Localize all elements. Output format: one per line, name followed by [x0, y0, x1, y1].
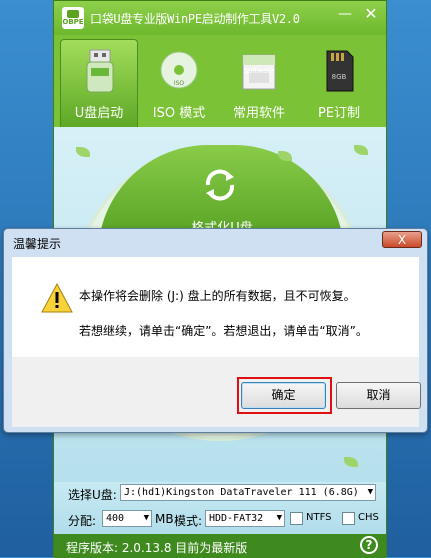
- tab-iso-mode[interactable]: ISO ISO 模式: [140, 39, 218, 127]
- mb-label: MB: [155, 512, 174, 526]
- confirm-button[interactable]: 确定: [241, 382, 326, 409]
- alloc-select-value: 400: [106, 513, 125, 524]
- iso-disc-icon: ISO: [160, 51, 198, 89]
- tab-label: ISO 模式: [152, 106, 206, 121]
- software-box-text: Software: [243, 67, 275, 75]
- cancel-button[interactable]: 取消: [336, 382, 421, 409]
- mode-label: 模式:: [174, 514, 203, 528]
- tab-common-software[interactable]: Software 常用软件: [220, 39, 298, 127]
- chevron-down-icon: ▼: [143, 513, 149, 523]
- dialog-title: 温馨提示: [13, 237, 62, 251]
- leaf-decoration: [76, 147, 90, 157]
- ntfs-label: NTFS: [306, 512, 332, 523]
- chs-label: CHS: [358, 512, 379, 523]
- tab-usb-boot[interactable]: U盘启动: [60, 39, 138, 127]
- dialog-message-instructions: 若想继续，请单击“确定”。若想退出，请单击“取消”。: [79, 324, 368, 338]
- sd-card-icon: [326, 50, 354, 92]
- status-bar: 程序版本: 2.0.13.8 目前为最新版 ?: [54, 534, 386, 558]
- dialog-footer: 确定 取消: [12, 357, 421, 427]
- sd-card-text: 8GB: [331, 73, 347, 81]
- title-bar: OBPE 口袋U盘专业版WinPE启动制作工具V2.0 — ✕: [54, 1, 386, 35]
- tab-pe-custom[interactable]: 8GB PE订制: [300, 39, 378, 127]
- mode-select[interactable]: HDD-FAT32 ▼: [205, 510, 285, 527]
- alloc-label: 分配:: [68, 514, 97, 528]
- select-usb-label: 选择U盘:: [68, 488, 117, 502]
- leaf-decoration: [354, 145, 368, 155]
- main-tabs: U盘启动 ISO ISO 模式 Software 常用软件 8GB PE订制: [54, 39, 386, 127]
- version-status: 程序版本: 2.0.13.8 目前为最新版: [66, 541, 248, 555]
- warning-icon: [41, 283, 73, 313]
- tab-label: U盘启动: [74, 106, 124, 121]
- tab-label: 常用软件: [232, 106, 285, 121]
- tab-label: PE订制: [317, 106, 361, 121]
- usb-select-value: J:(hd1)Kingston DataTraveler 111 (6.8G): [124, 487, 359, 498]
- usb-drive-icon: [86, 49, 114, 93]
- confirm-dialog: 温馨提示 X 本操作将会删除 (J:) 盘上的所有数据，且不可恢复。 若想继续，…: [3, 228, 428, 433]
- svg-text:ISO: ISO: [174, 80, 185, 87]
- leaf-decoration: [344, 457, 358, 467]
- minimize-button[interactable]: —: [334, 5, 356, 23]
- dialog-content: 本操作将会删除 (J:) 盘上的所有数据，且不可恢复。 若想继续，请单击“确定”…: [12, 257, 419, 357]
- help-button[interactable]: ?: [360, 536, 378, 554]
- alloc-select[interactable]: 400 ▼: [102, 510, 152, 527]
- chs-checkbox[interactable]: [342, 512, 355, 525]
- close-button[interactable]: ✕: [360, 5, 382, 23]
- usb-select[interactable]: J:(hd1)Kingston DataTraveler 111 (6.8G) …: [120, 484, 376, 501]
- chevron-down-icon: ▼: [367, 487, 373, 497]
- dialog-message-warning: 本操作将会删除 (J:) 盘上的所有数据，且不可恢复。: [79, 289, 356, 303]
- mode-select-value: HDD-FAT32: [209, 513, 264, 524]
- options-panel: 选择U盘: J:(hd1)Kingston DataTraveler 111 (…: [54, 482, 386, 558]
- app-title: 口袋U盘专业版WinPE启动制作工具V2.0: [90, 12, 300, 26]
- dialog-close-button[interactable]: X: [382, 231, 422, 248]
- app-logo: OBPE: [62, 7, 84, 29]
- ntfs-checkbox[interactable]: [290, 512, 303, 525]
- chevron-down-icon: ▼: [276, 513, 282, 523]
- refresh-icon: [205, 169, 235, 201]
